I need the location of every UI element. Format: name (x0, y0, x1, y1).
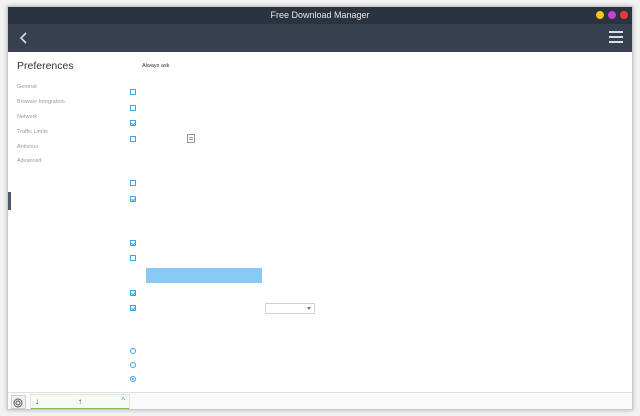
checkbox-8[interactable] (130, 255, 136, 261)
document-icon[interactable] (187, 134, 195, 143)
sidebar-item-traffic-limits[interactable]: Traffic Limits (17, 129, 48, 135)
upload-icon: ↑ (78, 397, 82, 406)
option-dropdown[interactable] (265, 303, 315, 314)
checkbox-2[interactable] (130, 105, 136, 111)
chevron-left-icon (19, 32, 27, 44)
checkbox-1[interactable] (130, 89, 136, 95)
page-title: Preferences (17, 60, 74, 72)
window-controls (596, 11, 628, 19)
download-icon: ↓ (35, 397, 39, 406)
expand-icon[interactable]: ^ (121, 396, 125, 405)
preferences-sidebar: Preferences General Browser Integration … (8, 52, 128, 392)
back-button[interactable] (16, 30, 32, 46)
scroll-marker (8, 192, 11, 210)
sidebar-item-general[interactable]: General (17, 84, 37, 90)
chevron-down-icon (307, 307, 311, 310)
checkbox-10[interactable] (130, 305, 136, 311)
default-folder-value: Always ask (142, 63, 170, 69)
radio-3[interactable] (130, 376, 136, 382)
checkbox-9[interactable] (130, 290, 136, 296)
window-title: Free Download Manager (270, 10, 370, 20)
sidebar-item-antivirus[interactable]: Antivirus (17, 144, 38, 150)
checkbox-4[interactable] (130, 136, 136, 142)
title-bar: Free Download Manager (8, 7, 632, 24)
maximize-button[interactable] (608, 11, 616, 19)
app-window: Free Download Manager Preferences Genera… (7, 6, 633, 410)
preferences-content: Always ask (128, 52, 632, 392)
sidebar-item-network[interactable]: Network (17, 114, 37, 120)
status-bar: ↓ ↑ ^ (8, 392, 632, 409)
sidebar-item-advanced[interactable]: Advanced (17, 158, 41, 164)
speed-panel: ↓ ↑ ^ (30, 394, 130, 409)
highlight-bar (146, 268, 262, 283)
minimize-button[interactable] (596, 11, 604, 19)
radio-2[interactable] (130, 362, 136, 368)
checkbox-3[interactable] (130, 120, 136, 126)
close-button[interactable] (620, 11, 628, 19)
hamburger-menu-icon[interactable] (609, 31, 623, 45)
snail-glyph (13, 398, 23, 408)
sidebar-item-browser-integration[interactable]: Browser Integration (17, 99, 65, 105)
snail-icon[interactable] (11, 395, 26, 409)
toolbar (8, 24, 632, 52)
checkbox-7[interactable] (130, 240, 136, 246)
radio-1[interactable] (130, 348, 136, 354)
checkbox-6[interactable] (130, 196, 136, 202)
checkbox-5[interactable] (130, 180, 136, 186)
